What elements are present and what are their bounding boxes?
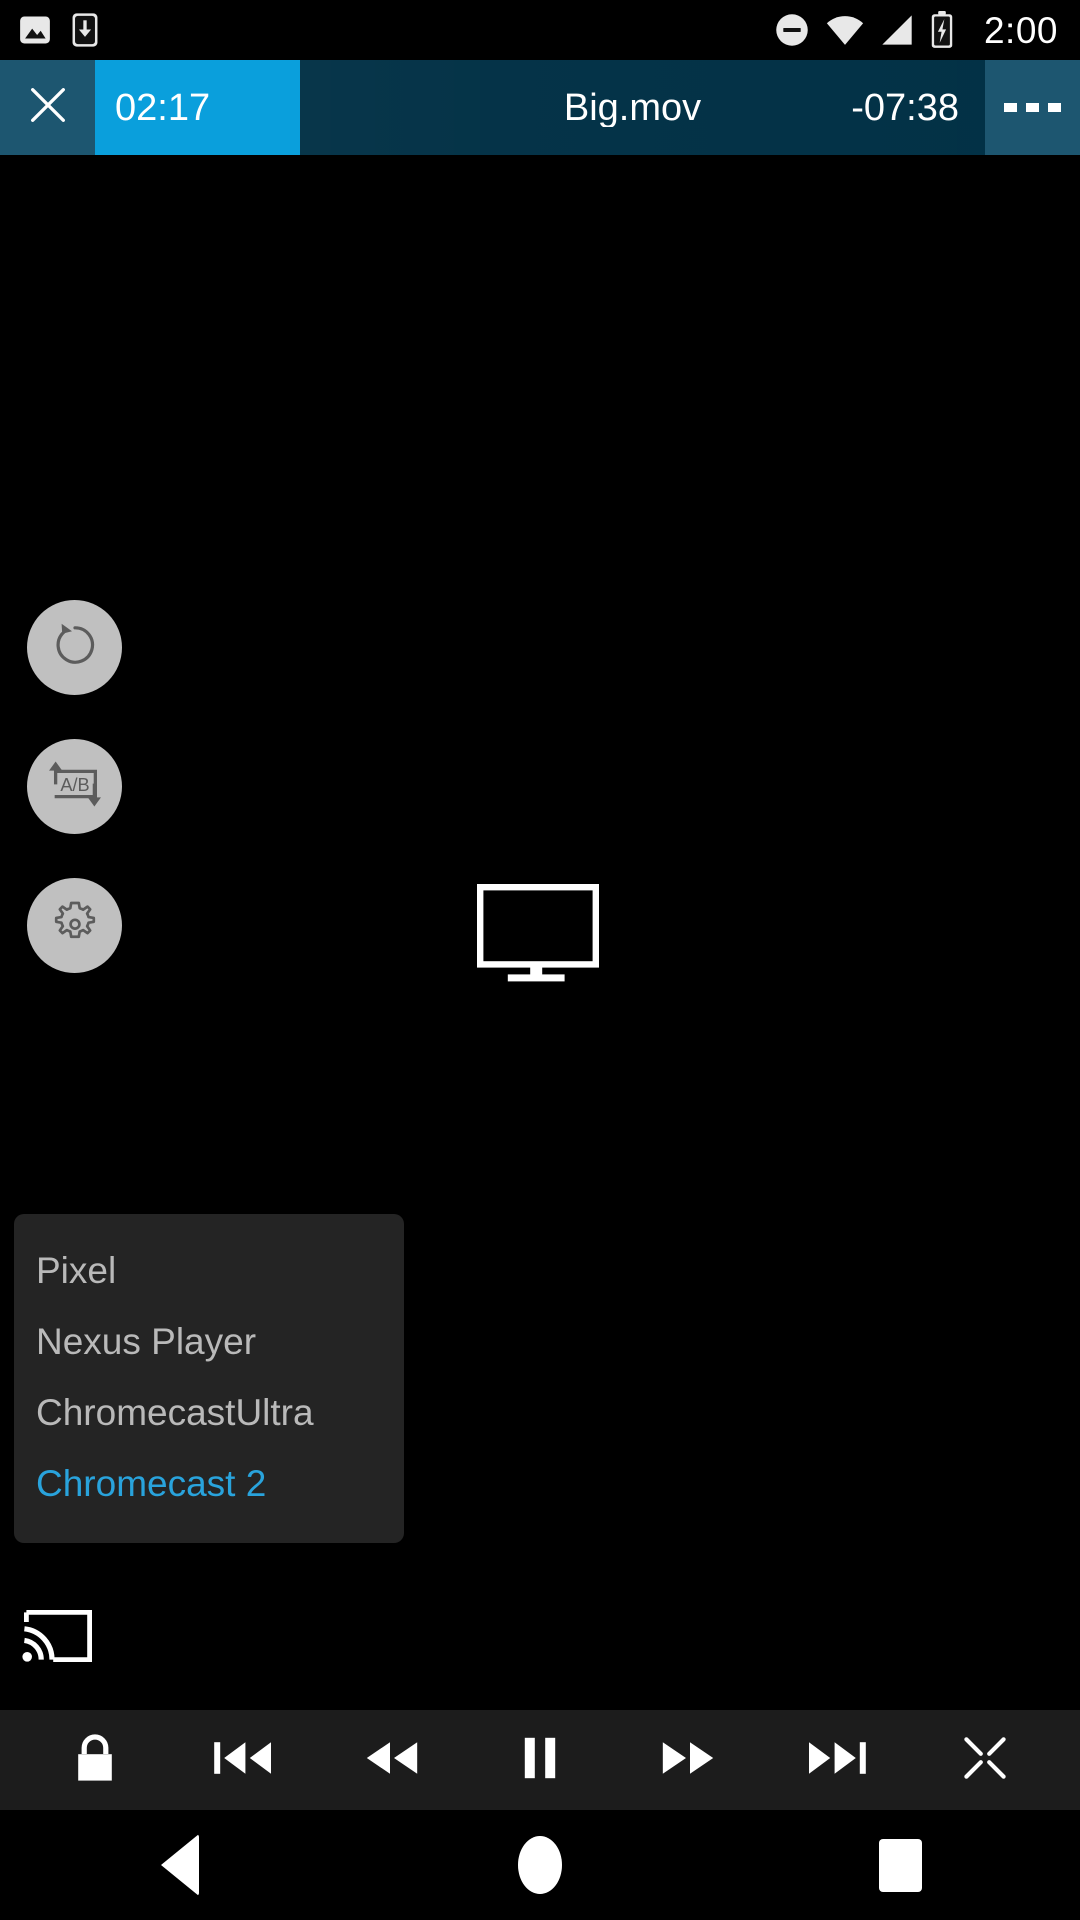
close-icon bbox=[25, 82, 71, 133]
device-list-item-nexus-player[interactable]: Nexus Player bbox=[14, 1307, 404, 1378]
cast-icon bbox=[22, 1610, 94, 1668]
device-list-item-chromecast-ultra[interactable]: ChromecastUltra bbox=[14, 1378, 404, 1449]
fast-forward-button[interactable] bbox=[633, 1710, 743, 1810]
home-circle-icon bbox=[518, 1836, 562, 1894]
download-icon bbox=[70, 12, 100, 48]
rotate-loop-icon bbox=[49, 619, 101, 676]
side-option-buttons: A/B bbox=[27, 600, 122, 973]
rotate-screen-button[interactable] bbox=[27, 600, 122, 695]
back-triangle-icon bbox=[161, 1834, 199, 1896]
playback-progress-elapsed[interactable]: 02:17 bbox=[95, 60, 300, 155]
next-button[interactable] bbox=[782, 1710, 892, 1810]
close-button[interactable] bbox=[0, 60, 95, 155]
playback-control-bar bbox=[0, 1710, 1080, 1810]
playback-progress-remaining-track[interactable]: Big.mov -07:38 bbox=[300, 60, 985, 155]
cellular-signal-icon bbox=[880, 13, 914, 47]
cast-device-list: Pixel Nexus Player ChromecastUltra Chrom… bbox=[14, 1214, 404, 1544]
previous-button[interactable] bbox=[188, 1710, 298, 1810]
nav-back-button[interactable] bbox=[0, 1810, 360, 1920]
battery-charging-icon bbox=[930, 11, 954, 49]
recents-square-icon bbox=[878, 1838, 922, 1892]
lock-button[interactable] bbox=[40, 1710, 150, 1810]
rewind-button[interactable] bbox=[337, 1710, 447, 1810]
android-navigation-bar bbox=[0, 1810, 1080, 1920]
skip-next-icon bbox=[807, 1737, 867, 1784]
video-title: Big.mov bbox=[563, 88, 702, 127]
status-bar-system-icons: 2:00 bbox=[774, 11, 1058, 49]
nav-home-button[interactable] bbox=[360, 1810, 720, 1920]
status-bar: 2:00 bbox=[0, 0, 1080, 60]
fullscreen-expand-icon bbox=[960, 1733, 1010, 1788]
overflow-menu-button[interactable] bbox=[985, 60, 1080, 155]
fast-forward-icon bbox=[660, 1737, 716, 1784]
android-video-player-screen: 2:00 02:17 Big.mov -07:38 A/B Pixel Nexu… bbox=[0, 0, 1080, 1920]
skip-previous-icon bbox=[213, 1737, 273, 1784]
gear-icon bbox=[49, 897, 101, 954]
settings-button[interactable] bbox=[27, 878, 122, 973]
device-list-item-pixel[interactable]: Pixel bbox=[14, 1236, 404, 1307]
screenshot-image-icon bbox=[18, 13, 52, 47]
overflow-menu-icon-dot2 bbox=[1026, 103, 1039, 112]
monitor-icon bbox=[477, 884, 599, 987]
player-top-bar: 02:17 Big.mov -07:38 bbox=[0, 60, 1080, 155]
ab-repeat-button[interactable]: A/B bbox=[27, 739, 122, 834]
status-bar-clock: 2:00 bbox=[983, 9, 1058, 51]
fullscreen-button[interactable] bbox=[930, 1710, 1040, 1810]
overflow-menu-icon bbox=[1004, 103, 1017, 112]
remaining-time-label: -07:38 bbox=[851, 86, 959, 129]
lock-icon bbox=[73, 1733, 117, 1788]
overflow-menu-icon-dot3 bbox=[1048, 103, 1061, 112]
pause-button[interactable] bbox=[485, 1710, 595, 1810]
ab-repeat-icon: A/B bbox=[44, 758, 106, 815]
elapsed-time-label: 02:17 bbox=[115, 86, 211, 129]
pause-icon bbox=[518, 1735, 562, 1786]
do-not-disturb-icon bbox=[774, 12, 810, 48]
rewind-icon bbox=[364, 1737, 420, 1784]
svg-text:A/B: A/B bbox=[60, 775, 89, 795]
nav-recents-button[interactable] bbox=[720, 1810, 1080, 1920]
wifi-icon bbox=[826, 13, 864, 47]
device-list-item-chromecast-2[interactable]: Chromecast 2 bbox=[14, 1449, 404, 1520]
status-bar-notification-icons bbox=[18, 12, 100, 48]
cast-button[interactable] bbox=[22, 1608, 94, 1669]
